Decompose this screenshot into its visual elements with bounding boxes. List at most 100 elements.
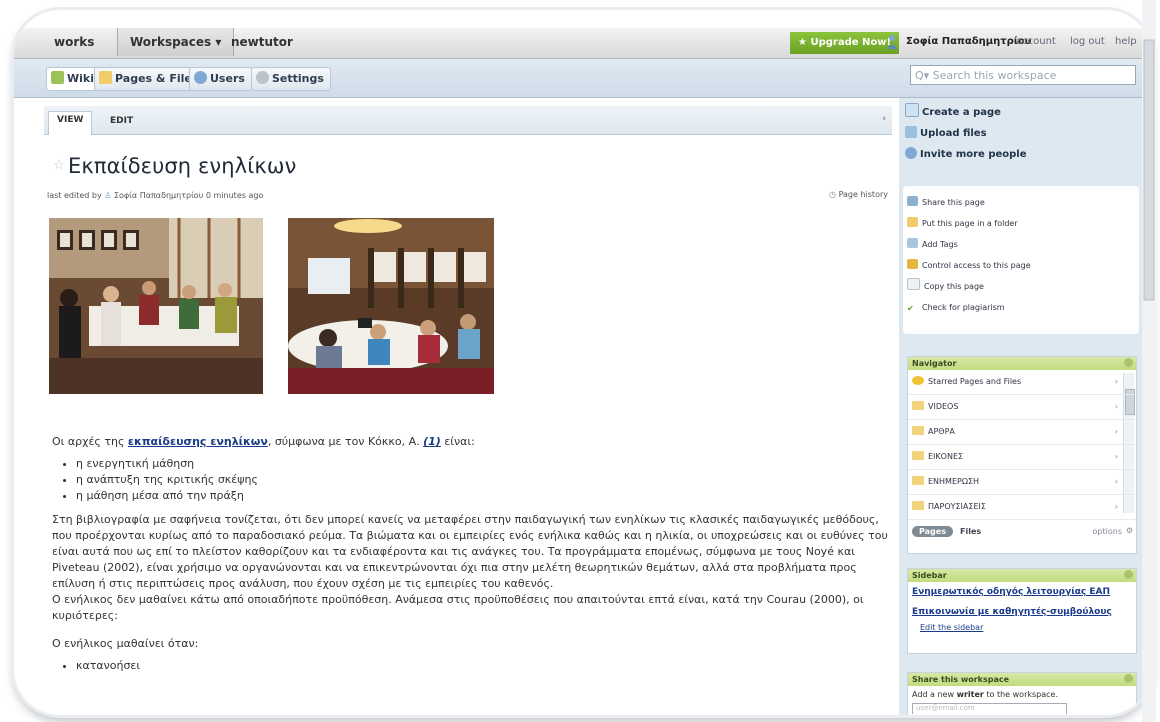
workspaces-menu[interactable]: Workspaces ▾ — [117, 28, 235, 56]
list-item: η ανάπτυξη της κριτικής σκέψης — [76, 472, 890, 488]
navigator-header: Navigator — [908, 357, 1136, 370]
share-workspace-title: Share this workspace — [912, 675, 1010, 684]
navigator-item-eikones[interactable]: ΕΙΚΟΝΕΣ › — [908, 445, 1136, 470]
list-item: κατανοήσει — [76, 658, 890, 674]
copy-page-link[interactable]: Copy this page — [903, 276, 1139, 297]
control-access-link[interactable]: Control access to this page — [903, 255, 1139, 276]
create-page-link[interactable]: Create a page — [905, 102, 1027, 123]
conference-photo — [288, 218, 494, 394]
intro-text-2: , σύμφωνα με τον Κόκκο, Α. — [267, 435, 424, 448]
invite-people-link[interactable]: Invite more people — [905, 144, 1027, 165]
folder-icon — [907, 217, 918, 227]
conditions-list: κατανοήσει — [52, 658, 890, 674]
paragraph-3: Ο ενήλικος μαθαίνει όταν: — [52, 637, 199, 650]
browser-frame: works Workspaces ▾ newtutor ★ Upgrade No… — [14, 10, 1152, 715]
edit-sidebar-link[interactable]: Edit the sidebar — [908, 621, 1136, 638]
share-icon — [907, 196, 918, 206]
navigator-item-parousiaseis[interactable]: ΠΑΡΟΥΣΙΑΣΕΙΣ › — [908, 495, 1136, 520]
navigator-item-label: Starred Pages and Files — [928, 377, 1022, 386]
invite-icon — [905, 147, 917, 159]
upload-files-link[interactable]: Upload files — [905, 123, 1027, 144]
chevron-right-icon: › — [1114, 402, 1118, 411]
intro-text: Οι αρχές της — [52, 435, 128, 448]
page-title: Εκπαίδευση ενηλίκων — [68, 154, 297, 178]
folder-icon — [912, 476, 924, 485]
page-action-label: Put this page in a folder — [922, 219, 1018, 228]
upload-icon — [905, 126, 917, 138]
user-icon: ♙ — [104, 191, 112, 200]
sidebar-title: Sidebar — [912, 571, 947, 580]
upgrade-button[interactable]: ★ Upgrade Now! — [790, 32, 900, 54]
navigator-item-starred[interactable]: Starred Pages and Files › — [908, 370, 1136, 395]
navigator-item-label: ΑΡΘΡΑ — [928, 427, 955, 436]
history-icon: ◷ — [829, 190, 837, 199]
user-name-link[interactable]: Σοφία Παπαδημητρίου — [906, 36, 1031, 47]
top-bar: works Workspaces ▾ newtutor ★ Upgrade No… — [14, 28, 1152, 59]
view-tab[interactable]: VIEW — [48, 111, 93, 135]
navigator-item-enimerosi[interactable]: ΕΝΗΜΕΡΩΣΗ › — [908, 470, 1136, 495]
page-body: Οι αρχές της εκπαίδευσης ενηλίκων, σύμφω… — [52, 434, 890, 682]
tag-icon — [907, 238, 918, 248]
sidebar-link-contact[interactable]: Επικοινωνία με καθηγητές-συμβούλους — [908, 601, 1136, 621]
navigator-item-videos[interactable]: VIDEOS › — [908, 395, 1136, 420]
sidebar-link-guide[interactable]: Ενημερωτικός οδηγός λειτουργίας ΕΑΠ — [908, 582, 1136, 601]
put-in-folder-link[interactable]: Put this page in a folder — [903, 213, 1139, 234]
tab-users[interactable]: Users — [189, 67, 252, 91]
principles-list: η ενεργητική μάθηση η ανάπτυξη της κριτι… — [52, 456, 890, 504]
workspace-tab-bar: Wiki Pages & Files Users Settings Q▾ Sea… — [14, 59, 1144, 98]
page-action-label: Copy this page — [924, 282, 984, 291]
share-text-role: writer — [956, 690, 984, 699]
navigator-item-label: ΠΑΡΟΥΣΙΑΣΕΙΣ — [928, 502, 986, 511]
wikispaces-link[interactable]: works — [54, 35, 94, 49]
collapse-icon[interactable] — [1124, 674, 1133, 683]
share-page-link[interactable]: Share this page — [903, 192, 1139, 213]
check-plagiarism-link[interactable]: ✔ Check for plagiarism — [903, 297, 1139, 318]
chevron-right-icon: › — [1114, 427, 1118, 436]
page-action-label: Share this page — [922, 198, 985, 207]
settings-icon — [256, 71, 269, 84]
navigator-item-label: VIDEOS — [928, 402, 959, 411]
tab-settings[interactable]: Settings — [251, 67, 331, 91]
expand-icon[interactable]: › — [882, 114, 886, 124]
add-tags-link[interactable]: Add Tags — [903, 234, 1139, 255]
action-label: Create a page — [922, 107, 1001, 118]
collapse-icon[interactable] — [1124, 570, 1133, 579]
navigator-panel: Navigator Starred Pages and Files › VIDEO… — [907, 356, 1137, 554]
window-scrollbar[interactable] — [1138, 0, 1160, 722]
email-input[interactable]: user@email.com — [912, 703, 1067, 714]
files-tab[interactable]: Files — [960, 527, 981, 536]
folder-icon — [912, 401, 924, 410]
classroom-photo — [49, 218, 263, 394]
wiki-icon — [51, 71, 64, 84]
last-edited-user[interactable]: Σοφία Παπαδημητρίου — [114, 191, 203, 200]
intro-text-3: είναι: — [440, 435, 475, 448]
page-actions-box: Share this page Put this page in a folde… — [903, 186, 1139, 334]
share-text-after: to the workspace. — [983, 690, 1059, 699]
search-input[interactable]: Q▾ Search this workspace — [910, 65, 1136, 85]
reference-link[interactable]: (1) — [423, 435, 441, 448]
paragraph-2: Ο ενήλικος δεν μαθαίνει κάτω από οποιαδή… — [52, 593, 864, 622]
share-text-before: Add a new — [912, 690, 957, 699]
options-link[interactable]: options — [1093, 527, 1122, 536]
collapse-icon[interactable] — [1124, 358, 1133, 367]
folder-icon — [99, 71, 112, 84]
edit-tab[interactable]: EDIT — [102, 113, 141, 129]
last-edited: last edited by ♙ Σοφία Παπαδημητρίου 0 m… — [47, 191, 263, 200]
primary-actions: Create a page Upload files Invite more p… — [905, 102, 1027, 165]
page-history-link[interactable]: ◷ Page history — [829, 190, 888, 199]
pages-tab[interactable]: Pages — [912, 526, 953, 537]
help-link[interactable]: help — [1115, 36, 1137, 47]
tab-wiki[interactable]: Wiki — [46, 67, 101, 91]
logout-link[interactable]: log out — [1070, 36, 1105, 47]
star-icon[interactable]: ☆ — [53, 158, 65, 173]
workspace-name[interactable]: newtutor — [231, 35, 293, 49]
check-icon: ✔ — [907, 304, 914, 313]
tab-label: Wiki — [67, 72, 94, 85]
adult-education-link[interactable]: εκπαίδευσης ενηλίκων — [128, 435, 268, 448]
account-link[interactable]: account — [1016, 36, 1056, 47]
chevron-right-icon: › — [1114, 452, 1118, 461]
navigator-item-arthra[interactable]: ΑΡΘΡΑ › — [908, 420, 1136, 445]
navigator-title: Navigator — [912, 359, 957, 368]
gear-icon[interactable]: ⚙ — [1126, 526, 1133, 535]
page-history-label: Page history — [838, 190, 888, 199]
